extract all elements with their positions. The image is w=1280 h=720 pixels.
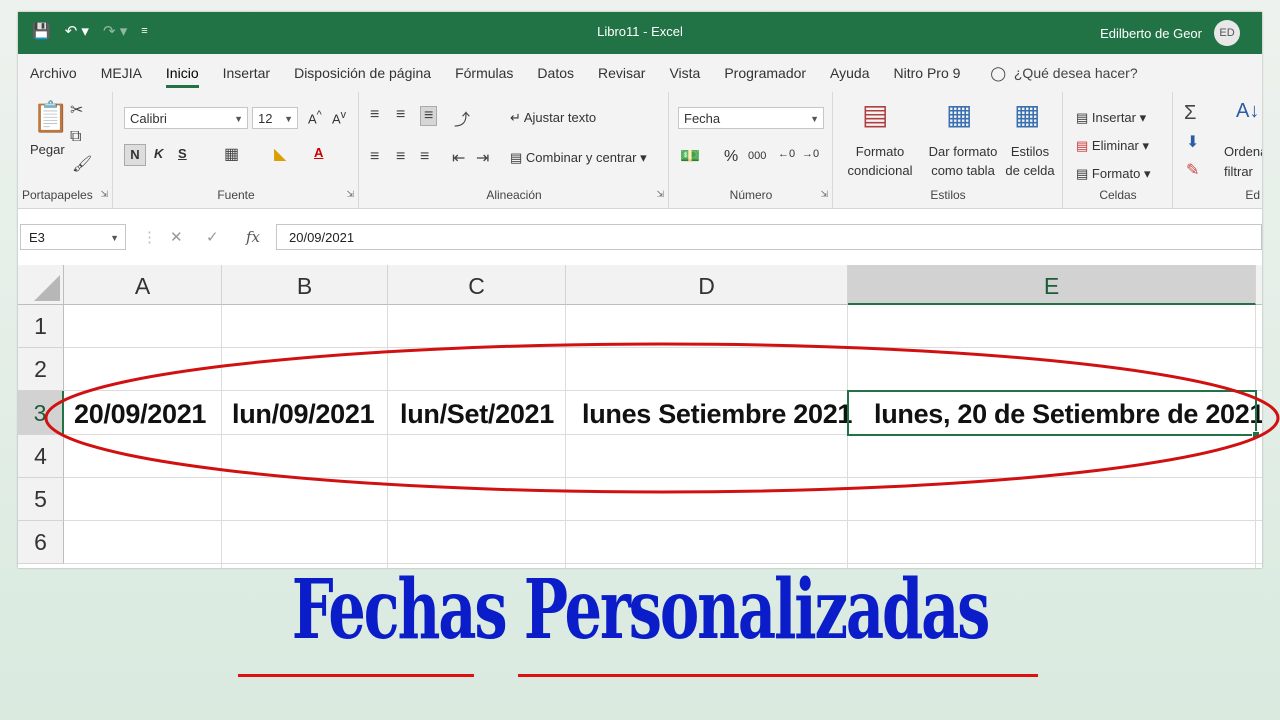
headline-underline-2 [518,674,1038,677]
headline: Fechas Personalizadas [291,562,991,658]
headline-underline-1 [238,674,474,677]
highlight-ellipse [44,342,1280,494]
